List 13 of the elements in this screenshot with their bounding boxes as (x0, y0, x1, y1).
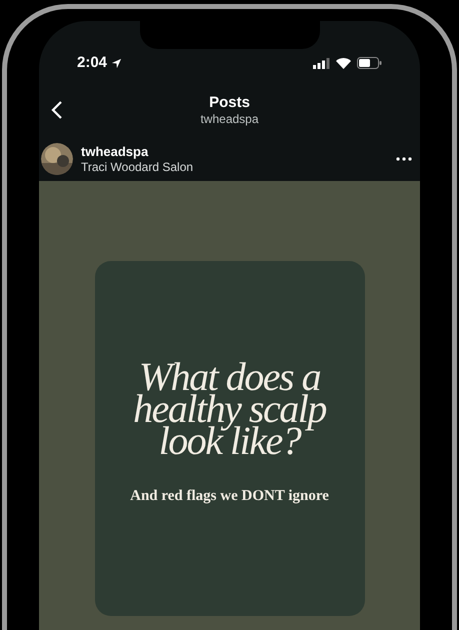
location-arrow-icon (111, 58, 122, 68)
post-headline: What does a healthy scalp look like? (132, 361, 328, 457)
back-chevron-icon (51, 100, 63, 120)
status-time: 2:04 (77, 52, 108, 73)
battery-icon (357, 57, 382, 69)
location-text[interactable]: Traci Woodard Salon (81, 160, 382, 174)
signal-icon (313, 58, 330, 68)
page-title: Posts (209, 94, 250, 112)
post-subline: And red flags we DONT ignore (130, 487, 329, 506)
username[interactable]: twheadspa (81, 144, 382, 160)
more-dots-icon (396, 157, 412, 161)
page-subtitle: twheadspa (200, 112, 259, 126)
wifi-icon (336, 58, 351, 68)
